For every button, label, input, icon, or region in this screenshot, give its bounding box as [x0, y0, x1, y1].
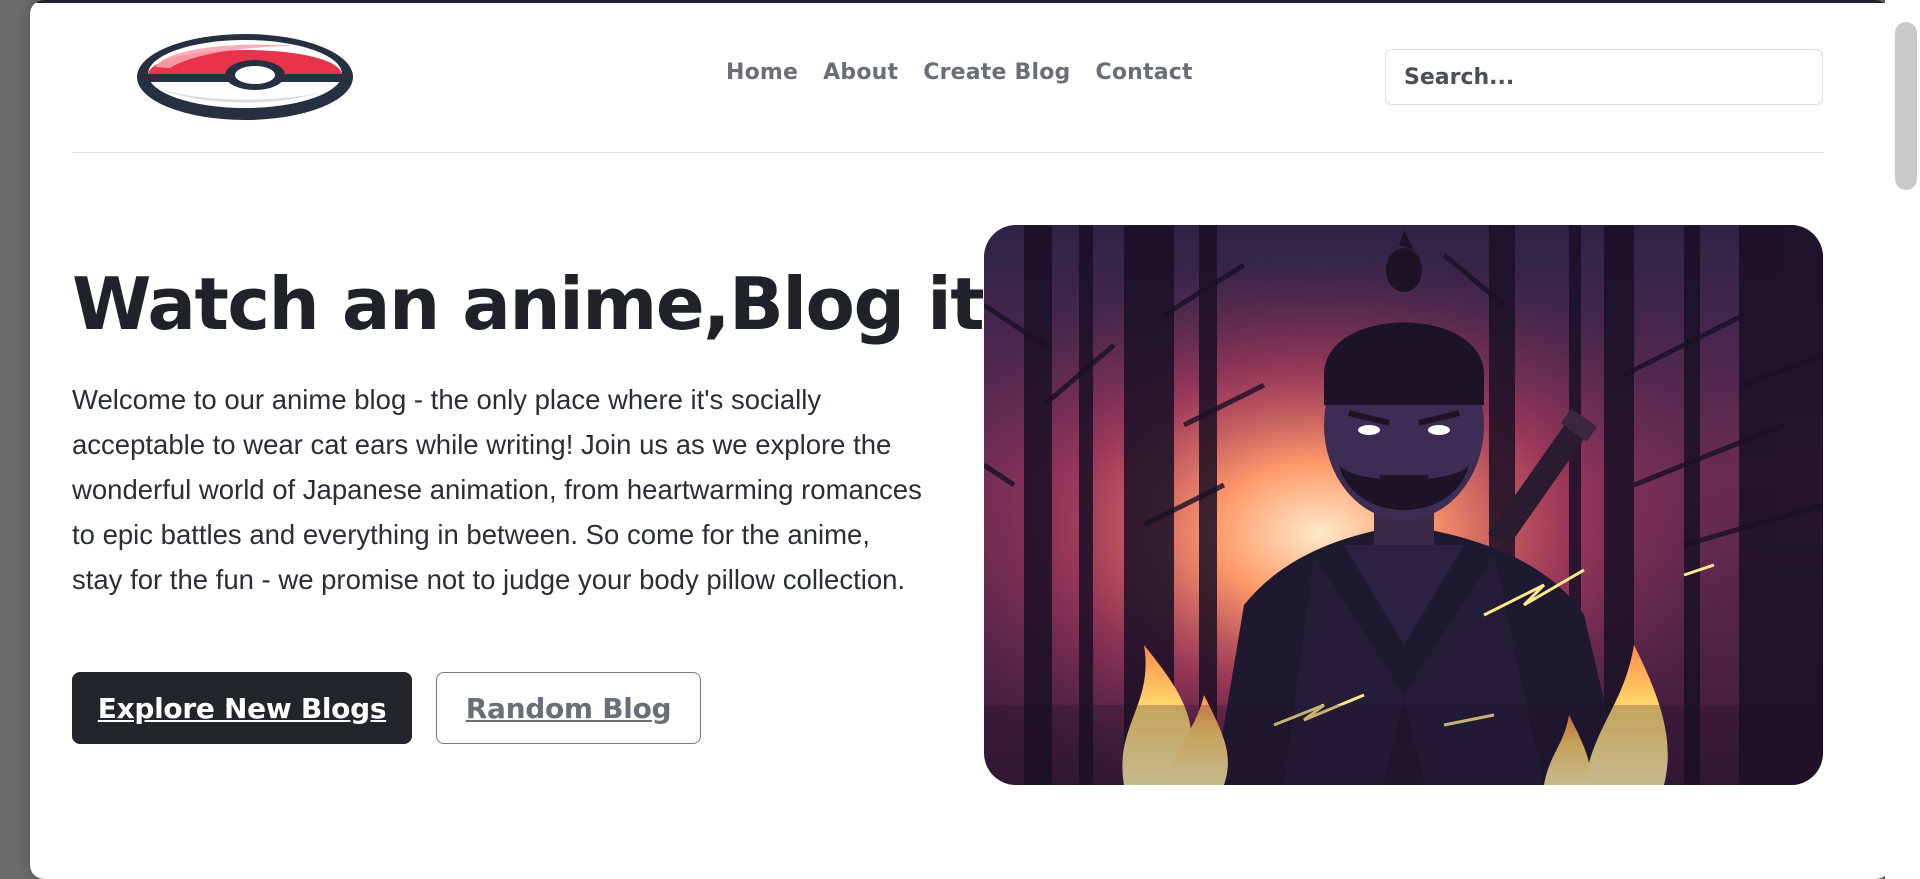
viewport: Home About Create Blog Contact Watch an … [0, 0, 1920, 879]
samurai-illustration [984, 225, 1823, 785]
main-nav: Home About Create Blog Contact [726, 60, 1193, 96]
pokeball-icon [137, 34, 353, 120]
pokeball-logo[interactable] [135, 32, 355, 122]
hero-title: Watch an anime,Blog it [72, 262, 985, 346]
explore-new-blogs-button[interactable]: Explore New Blogs [72, 672, 412, 744]
search-input[interactable] [1385, 49, 1823, 105]
random-blog-button[interactable]: Random Blog [436, 672, 701, 744]
nav-about[interactable]: About [823, 60, 898, 96]
hero-description: Welcome to our anime blog - the only pla… [72, 384, 922, 595]
nav-create-blog[interactable]: Create Blog [923, 60, 1070, 96]
nav-contact[interactable]: Contact [1095, 60, 1192, 96]
browser-window: Home About Create Blog Contact Watch an … [0, 0, 1920, 879]
samurai-hero-image [984, 225, 1823, 785]
nav-home[interactable]: Home [726, 60, 798, 96]
scrollbar-thumb[interactable] [1895, 22, 1917, 190]
header-divider [72, 152, 1823, 153]
